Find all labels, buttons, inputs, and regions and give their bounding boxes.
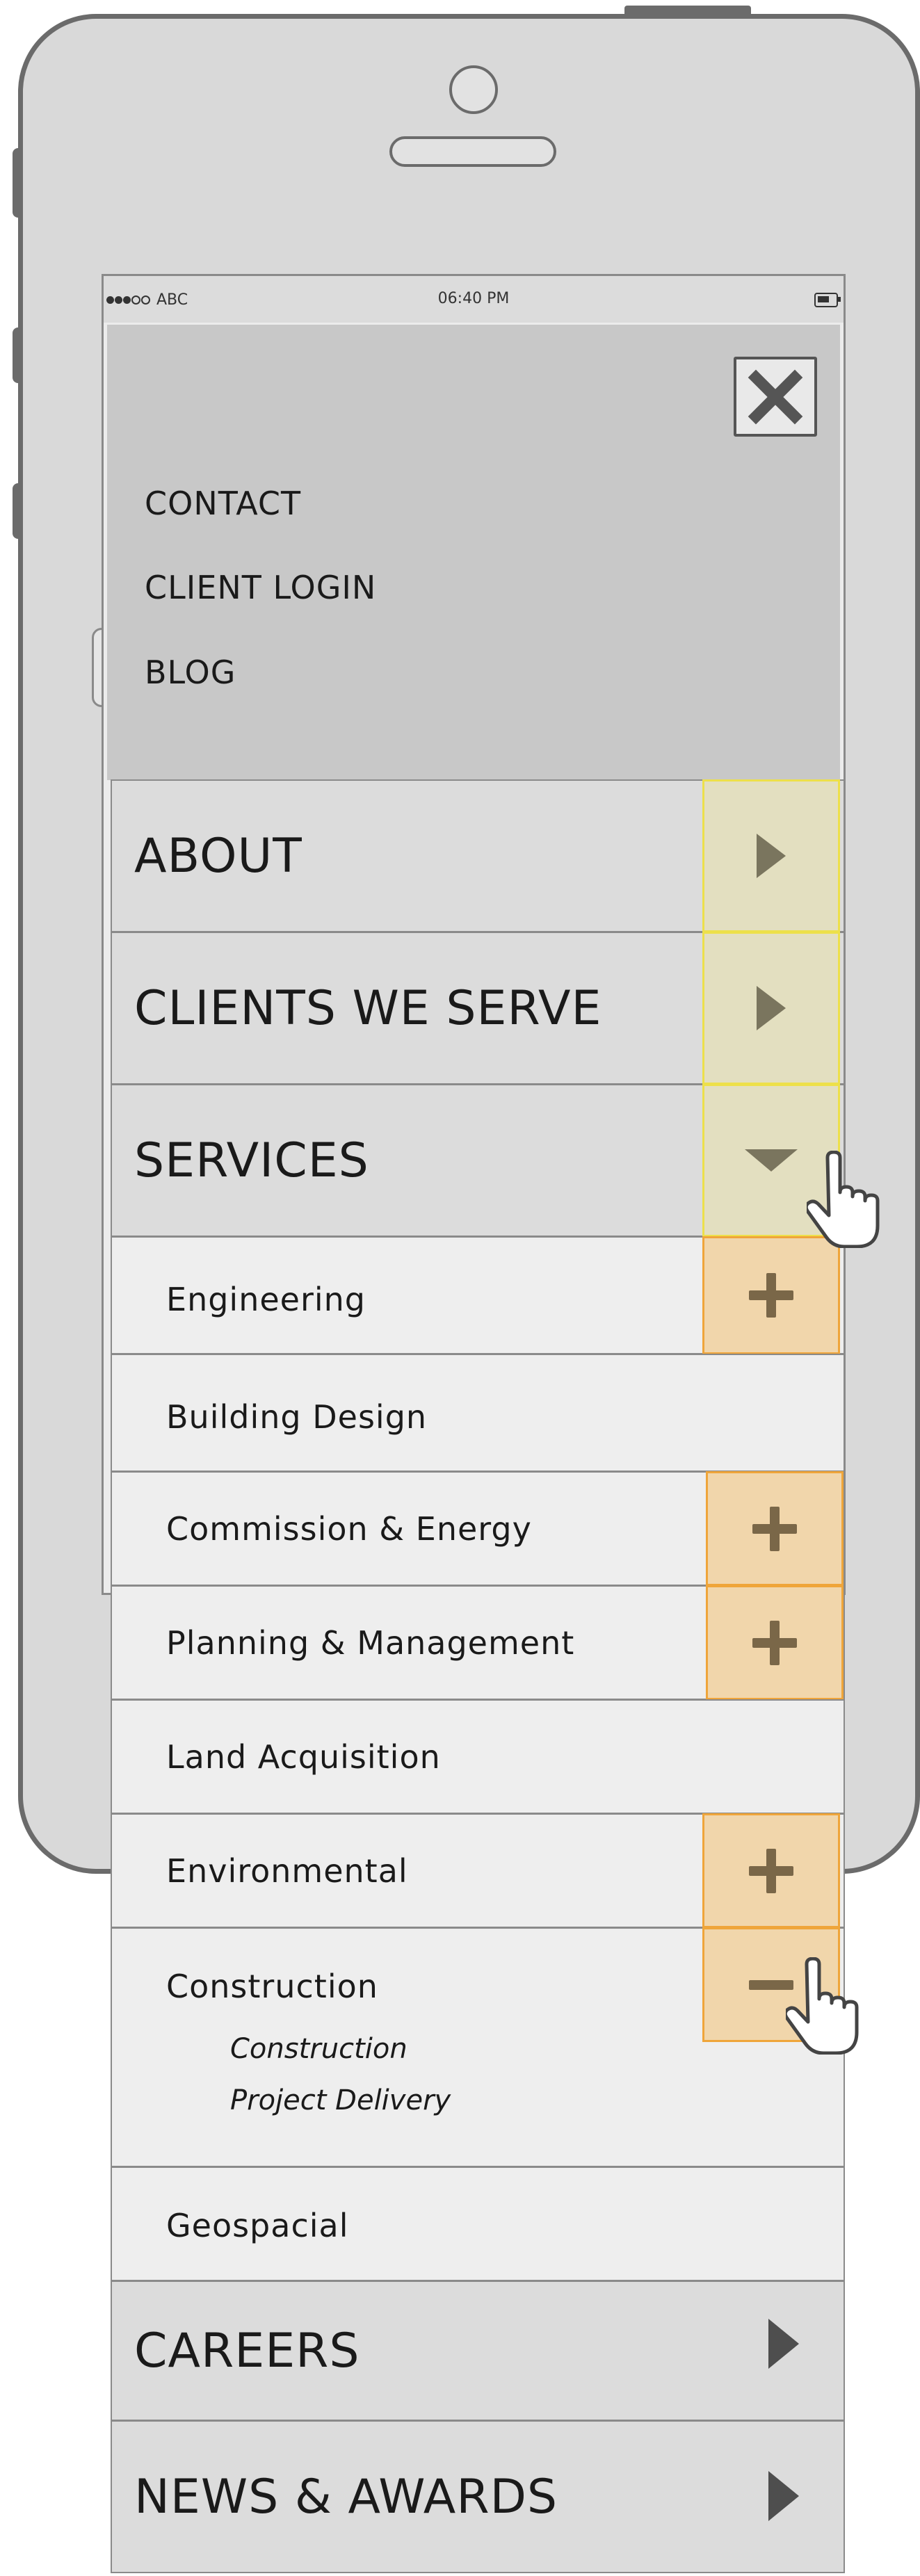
- client-login-link[interactable]: CLIENT LOGIN: [145, 569, 376, 606]
- environmental-expand-button[interactable]: [702, 1813, 840, 1928]
- chevron-right-icon[interactable]: [768, 2471, 799, 2521]
- battery-icon: [814, 293, 841, 307]
- chevron-right-icon: [757, 986, 786, 1030]
- clients-expand-button[interactable]: [702, 932, 840, 1085]
- services-item-geospacial[interactable]: Geospacial: [111, 2166, 845, 2281]
- earpiece-speaker: [389, 136, 556, 167]
- close-x-icon: [748, 369, 803, 424]
- list-item-label: Geospacial: [166, 2207, 349, 2244]
- sub-link-project-delivery[interactable]: Project Delivery: [230, 2084, 451, 2116]
- plus-icon: [749, 1273, 793, 1318]
- list-item-label: Environmental: [166, 1852, 408, 1890]
- services-item-building-design[interactable]: Building Design: [111, 1354, 845, 1472]
- engineering-expand-button[interactable]: [702, 1236, 840, 1354]
- status-bar: ABC 06:40 PM: [104, 276, 844, 323]
- planning-management-expand-button[interactable]: [706, 1585, 844, 1700]
- nav-item-label: CLIENTS WE SERVE: [134, 980, 602, 1036]
- front-camera: [449, 65, 498, 114]
- about-expand-button[interactable]: [702, 779, 840, 932]
- status-time: 06:40 PM: [437, 290, 510, 307]
- chevron-right-icon[interactable]: [768, 2319, 799, 2369]
- commission-energy-expand-button[interactable]: [706, 1471, 844, 1586]
- close-menu-button[interactable]: [734, 357, 817, 437]
- hand-pointer-icon: [786, 1957, 859, 2055]
- nav-item-careers[interactable]: CAREERS: [111, 2281, 845, 2421]
- top-menu-panel: [107, 325, 840, 780]
- hand-pointer-icon: [807, 1151, 880, 1248]
- nav-item-label: NEWS & AWARDS: [134, 2469, 558, 2525]
- chevron-right-icon: [757, 834, 786, 878]
- contact-link[interactable]: CONTACT: [145, 485, 301, 522]
- nav-item-label: CAREERS: [134, 2323, 360, 2379]
- list-item-label: Land Acquisition: [166, 1738, 441, 1776]
- nav-item-label: SERVICES: [134, 1133, 369, 1188]
- list-item-label: Planning & Management: [166, 1624, 575, 1662]
- blog-link[interactable]: BLOG: [145, 654, 236, 691]
- nav-item-news-awards[interactable]: NEWS & AWARDS: [111, 2420, 845, 2573]
- list-item-label: Commission & Energy: [166, 1510, 532, 1548]
- list-item-label: Engineering: [166, 1281, 366, 1318]
- list-item-label: Building Design: [166, 1398, 428, 1436]
- plus-icon: [749, 1848, 793, 1893]
- plus-icon: [752, 1506, 797, 1551]
- sub-link-construction[interactable]: Construction: [230, 2033, 407, 2065]
- nav-item-label: ABOUT: [134, 828, 302, 884]
- plus-icon: [752, 1620, 797, 1665]
- chevron-down-icon: [745, 1149, 798, 1172]
- services-item-land-acquisition[interactable]: Land Acquisition: [111, 1699, 845, 1814]
- list-item-label: Construction: [166, 1968, 378, 2005]
